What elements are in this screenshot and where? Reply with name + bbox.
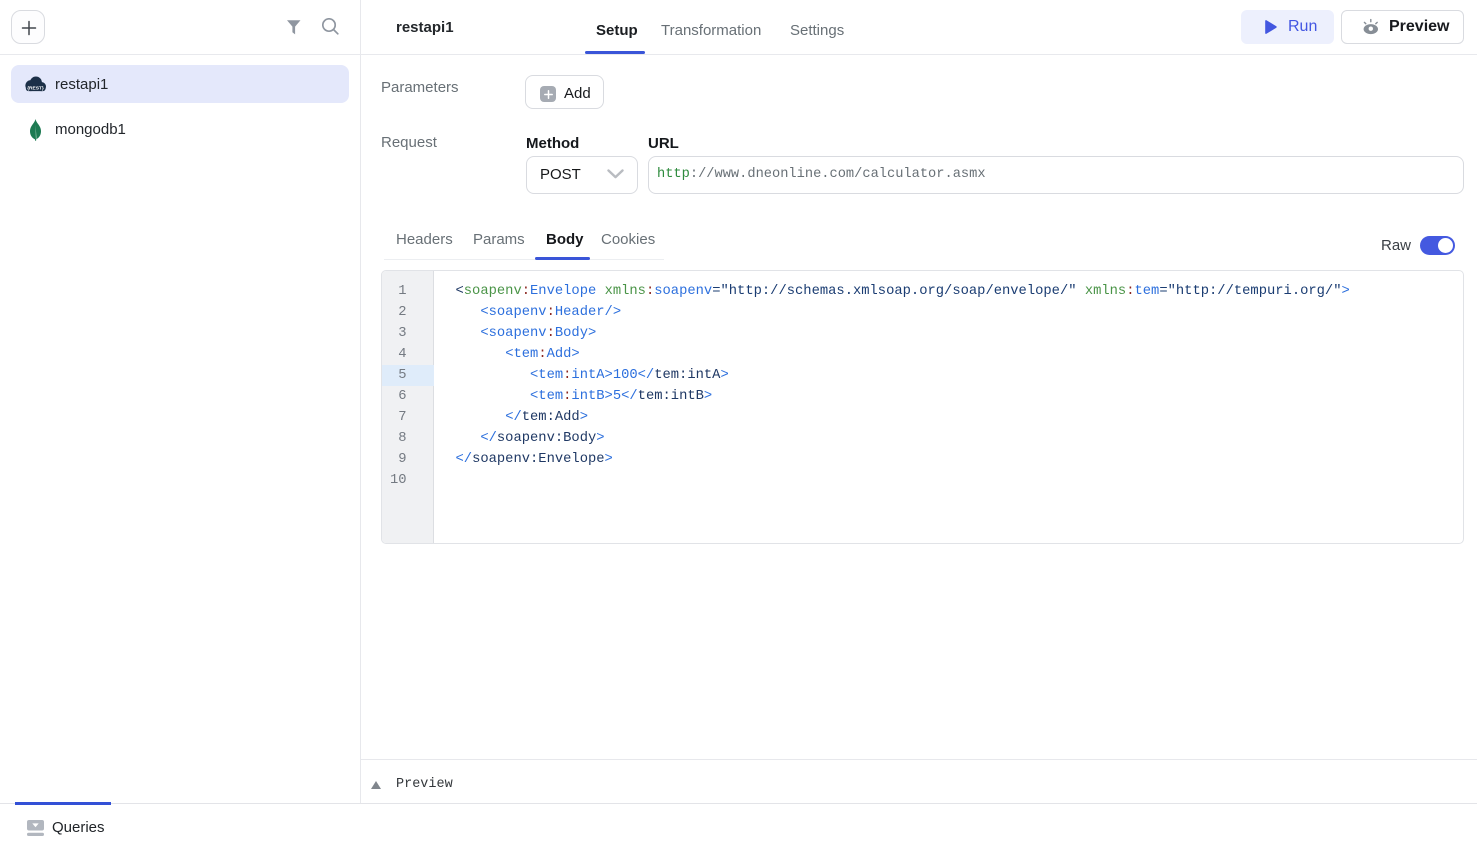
svg-text:{REST}: {REST}	[27, 85, 44, 91]
